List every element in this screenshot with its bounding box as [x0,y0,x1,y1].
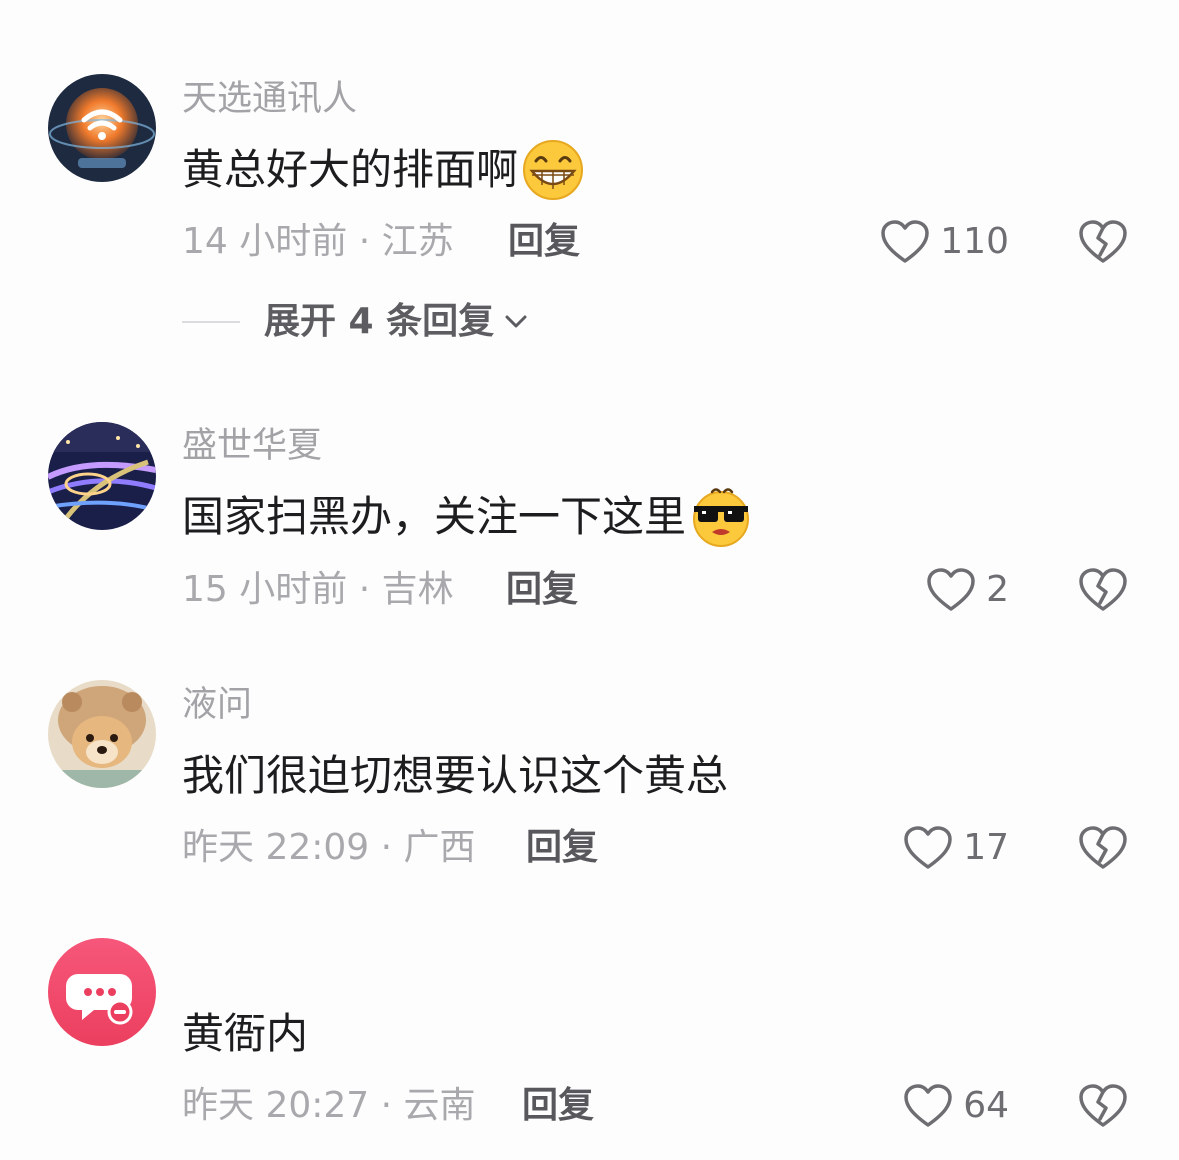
like-button[interactable]: 64 [903,1083,1009,1129]
heart-outline-icon [904,1084,952,1127]
heart-outline-icon [927,568,975,611]
heart-outline-icon [904,826,952,869]
reply-button[interactable]: 回复 [526,830,598,866]
comment-time-location: 15 小时前 · 吉林 [182,569,454,610]
like-count: 110 [940,221,1009,262]
comment-item: 天选通讯人 黄总好大的排面啊 14 小时前 · 江苏 回复 110 展开 4 条… [0,0,1179,380]
like-count: 64 [963,1085,1009,1126]
comment-text: 我们很迫切想要认识这个黄总 [182,745,728,807]
reply-button[interactable]: 回复 [506,572,578,608]
username[interactable]: 盛世华夏 [182,429,322,464]
comment-text: 国家扫黑办，关注一下这里 [182,486,752,548]
comment-time-location: 昨天 20:27 · 云南 [182,1085,476,1126]
username[interactable]: 天选通讯人 [182,82,357,117]
heart-outline-icon [881,220,930,263]
sunglasses-face-emoji [690,486,752,548]
like-button[interactable]: 17 [903,825,1009,871]
like-count: 2 [986,569,1009,610]
like-button[interactable]: 110 [880,219,1009,265]
comment-text-content: 我们很迫切想要认识这个黄总 [182,751,729,800]
comment-text: 黄衙内 [182,1003,308,1065]
avatar[interactable] [48,680,156,788]
broken-heart-icon [1079,568,1127,611]
username[interactable]: 液问 [182,688,252,723]
expand-replies-label: 展开 4 条回复 [264,301,495,342]
reply-button[interactable]: 回复 [522,1088,594,1124]
grinning-face-emoji [522,139,584,201]
expand-divider [182,321,240,323]
broken-heart-icon [1079,220,1127,263]
comment-text: 黄总好大的排面啊 [182,139,584,201]
broken-heart-icon [1079,1084,1127,1127]
wifi-globe-avatar-image [48,74,156,182]
comment-time-location: 14 小时前 · 江苏 [182,221,454,262]
avatar[interactable] [48,74,156,182]
dog-avatar-image [48,680,156,788]
avatar[interactable] [48,422,156,530]
avatar[interactable] [48,938,156,1046]
dislike-button[interactable] [1078,567,1128,613]
chat-bubble-avatar-icon [48,938,156,1046]
comment-text-content: 黄衙内 [182,1009,309,1058]
like-count: 17 [963,827,1009,868]
dislike-button[interactable] [1078,825,1128,871]
like-button[interactable]: 2 [926,567,1009,613]
dislike-button[interactable] [1078,219,1128,265]
expand-replies-button[interactable]: 展开 4 条回复 [182,304,528,340]
broken-heart-icon [1079,826,1127,869]
dislike-button[interactable] [1078,1083,1128,1129]
comment-time-location: 昨天 22:09 · 广西 [182,827,476,868]
reply-button[interactable]: 回复 [508,224,580,260]
comment-text-content: 国家扫黑办，关注一下这里 [182,492,687,541]
city-overpass-avatar-image [48,422,156,530]
chevron-down-icon [505,315,527,328]
comment-text-content: 黄总好大的排面啊 [182,145,519,194]
